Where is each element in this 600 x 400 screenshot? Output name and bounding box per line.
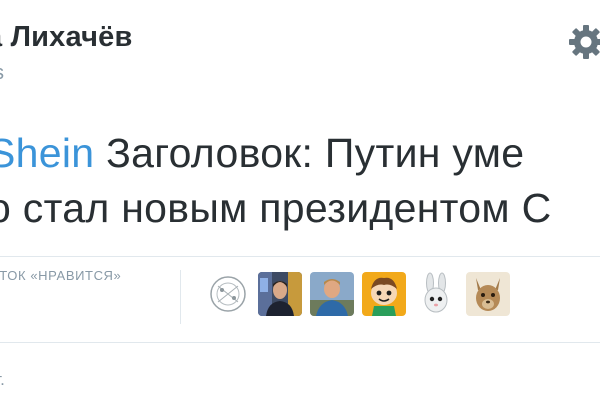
tweet-text-segment: Заголовок: Путин уме xyxy=(94,130,525,176)
tweet-card: а Лихачёв s Shein Заголовок: Путин уме о… xyxy=(0,0,600,400)
likes-count-label[interactable]: ЕТОК «НРАВИТСЯ» xyxy=(0,268,121,283)
divider xyxy=(0,342,600,343)
gear-icon[interactable] xyxy=(566,22,600,62)
tweet-date: г. xyxy=(0,370,5,389)
divider xyxy=(0,256,600,257)
author-handle[interactable]: s xyxy=(0,62,4,85)
avatar-bunny[interactable] xyxy=(414,272,458,316)
avatar-animal[interactable] xyxy=(466,272,510,316)
tweet-text-line-2: о стал новым президентом С xyxy=(0,185,552,231)
tweet-text-line-1: Shein Заголовок: Путин уме xyxy=(0,126,600,181)
author-name[interactable]: а Лихачёв xyxy=(0,21,133,54)
tweet-text: Shein Заголовок: Путин уме о стал новым … xyxy=(0,126,600,236)
avatar-man-room[interactable] xyxy=(258,272,302,316)
stats-separator xyxy=(180,270,181,324)
avatar-cartoon[interactable] xyxy=(362,272,406,316)
mention-link[interactable]: Shein xyxy=(0,130,94,176)
avatar-sketch[interactable] xyxy=(206,272,250,316)
avatar-man-street[interactable] xyxy=(310,272,354,316)
